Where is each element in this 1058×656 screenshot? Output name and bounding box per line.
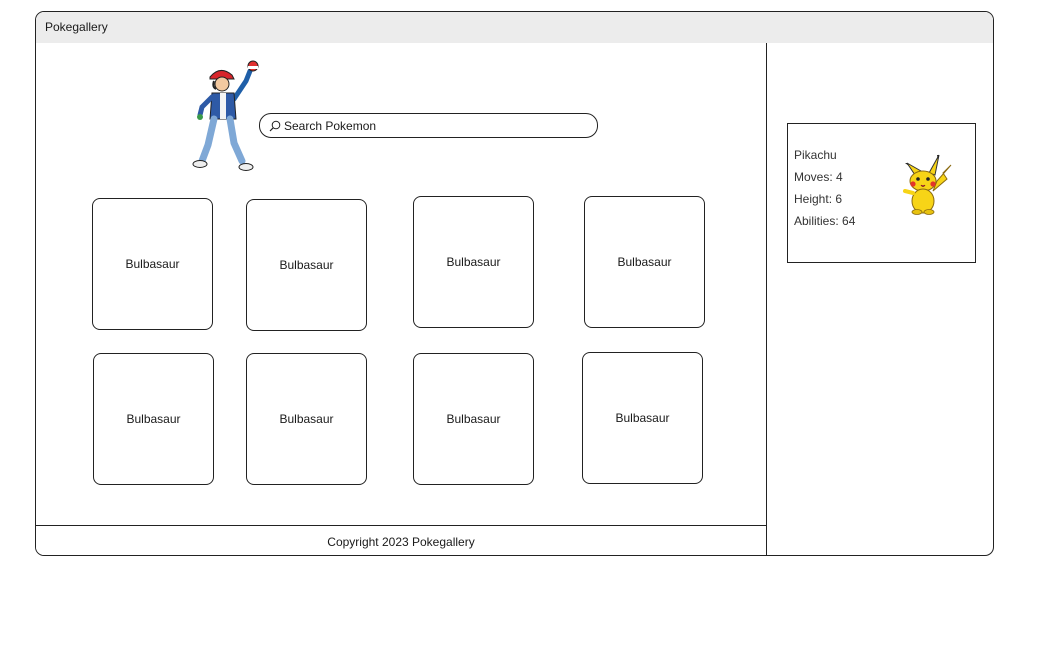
pokemon-card[interactable]: Bulbasaur [582, 352, 703, 484]
detail-name: Pikachu [794, 148, 837, 162]
sidebar-divider [766, 43, 767, 555]
pokemon-card-name: Bulbasaur [125, 257, 180, 271]
pikachu-illustration [903, 154, 952, 215]
pokemon-card-name: Bulbasaur [279, 258, 334, 272]
app-window: Pokegallery Search Pokemon Bulbasaur Bul… [35, 11, 994, 556]
pokemon-card-name: Bulbasaur [279, 412, 334, 426]
pokemon-card-name: Bulbasaur [126, 412, 181, 426]
pokemon-card-name: Bulbasaur [615, 411, 670, 425]
search-icon [269, 120, 281, 132]
search-input[interactable]: Search Pokemon [259, 113, 598, 138]
pokemon-card[interactable]: Bulbasaur [93, 353, 214, 485]
footer-copyright: Copyright 2023 Pokegallery [327, 535, 475, 549]
pokemon-card-name: Bulbasaur [446, 255, 501, 269]
footer: Copyright 2023 Pokegallery [36, 525, 766, 555]
detail-abilities: Abilities: 64 [794, 214, 856, 228]
detail-moves: Moves: 4 [794, 170, 843, 184]
pokemon-card-name: Bulbasaur [617, 255, 672, 269]
pokemon-card[interactable]: Bulbasaur [413, 196, 534, 328]
search-placeholder: Search Pokemon [284, 119, 377, 133]
pokemon-card[interactable]: Bulbasaur [246, 353, 367, 485]
pokemon-card-name: Bulbasaur [446, 412, 501, 426]
pokemon-card[interactable]: Bulbasaur [246, 199, 367, 331]
pokemon-card[interactable]: Bulbasaur [92, 198, 213, 330]
pokemon-card[interactable]: Bulbasaur [413, 353, 534, 485]
detail-height: Height: 6 [794, 192, 843, 206]
app-title: Pokegallery [45, 20, 108, 34]
title-bar: Pokegallery [36, 12, 993, 43]
pokemon-detail-panel: Pikachu Moves: 4 Height: 6 Abilities: 64 [787, 123, 976, 263]
pokemon-card[interactable]: Bulbasaur [584, 196, 705, 328]
trainer-illustration [192, 60, 259, 171]
